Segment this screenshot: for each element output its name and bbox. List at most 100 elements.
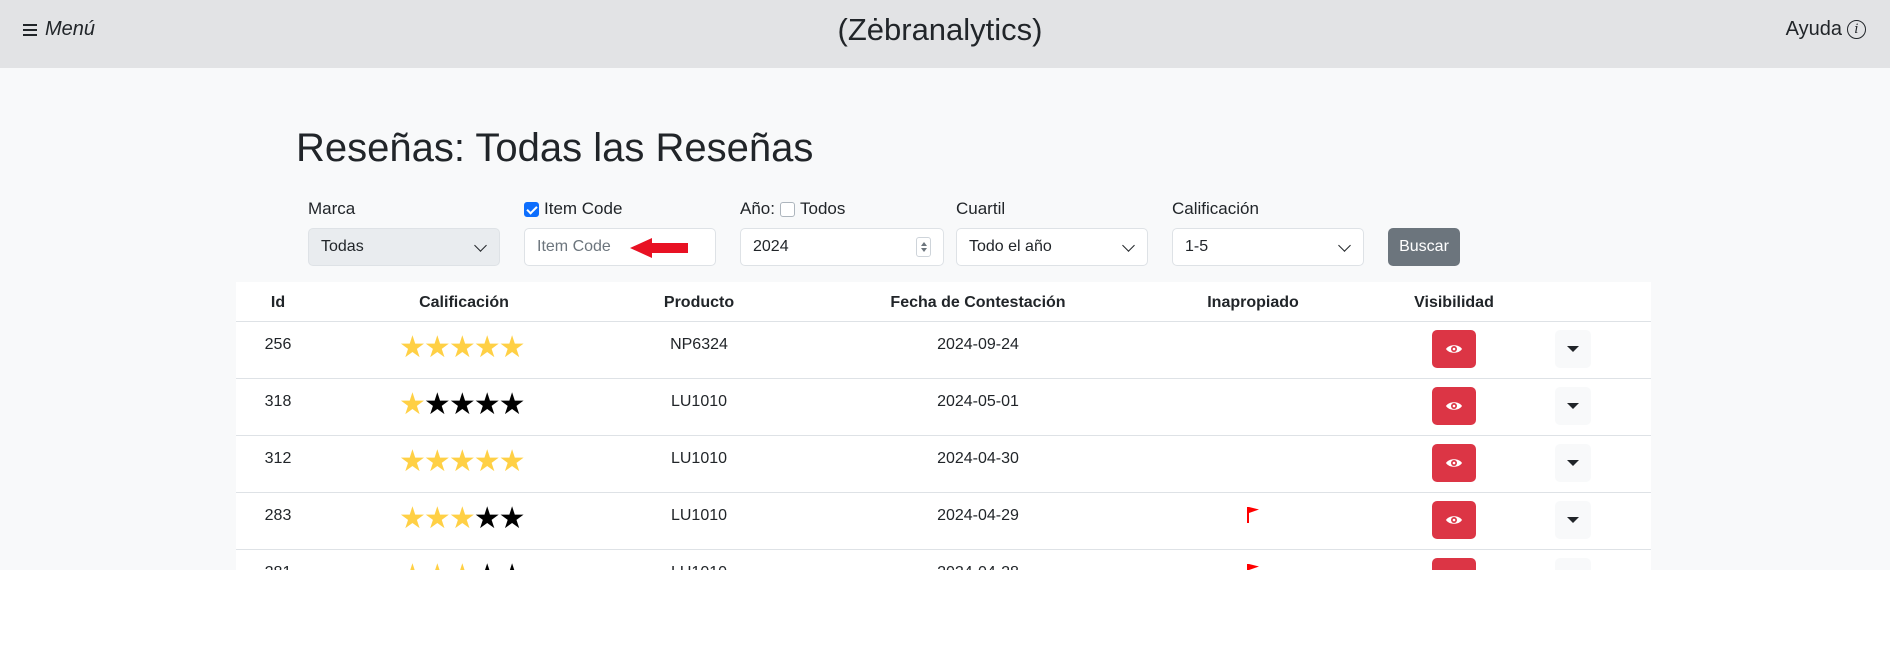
star-icon: ★ — [448, 331, 476, 364]
cell-producto: LU1010 — [670, 507, 728, 524]
column-header-producto: Producto — [663, 294, 735, 311]
caret-down-icon — [1567, 517, 1579, 523]
calificacion-label: Calificación — [1172, 199, 1259, 219]
row-dropdown-button[interactable] — [1555, 330, 1591, 368]
cell-producto: NP6324 — [670, 336, 728, 353]
marca-label-text: Marca — [308, 199, 356, 218]
brand-title: (Zėbranalytics) — [837, 12, 1043, 47]
star-icon: ★ — [399, 445, 426, 478]
item-code-label-text: Item Code — [544, 199, 623, 218]
cell-id: 281 — [254, 564, 302, 570]
todos-checkbox[interactable] — [779, 201, 795, 217]
visibility-toggle-button[interactable] — [1432, 501, 1476, 539]
star-icon: ★ — [423, 502, 451, 535]
table-row: 318 ★ ★ ★ ★ ★ LU1010 2024-05-01 — [236, 379, 1651, 436]
visibility-toggle-button[interactable] — [1432, 387, 1476, 425]
search-button[interactable]: Buscar — [1388, 228, 1460, 266]
star-icon: ★ — [498, 502, 526, 535]
marca-select-value: Todas — [321, 238, 364, 255]
todos-label: Todos — [799, 199, 846, 218]
eye-icon — [1446, 459, 1462, 467]
eye-icon — [1446, 402, 1462, 410]
star-icon: ★ — [424, 561, 451, 571]
table-body: 256 ★ ★ ★ ★ ★ NP6324 2024-09-24 318 ★ ★ ★ ★ ★ LU… — [236, 322, 1651, 570]
cuartil-select[interactable]: Todo el año — [956, 228, 1148, 266]
cell-producto: LU1010 — [639, 564, 759, 570]
calificacion-select[interactable]: 1-5 — [1172, 228, 1364, 266]
star-icon: ★ — [498, 388, 526, 421]
visibility-toggle-button[interactable] — [1432, 444, 1476, 482]
caret-down-icon — [1567, 460, 1579, 466]
number-spinner-icon[interactable] — [916, 237, 931, 257]
column-header-id: Id — [270, 294, 286, 311]
star-icon: ★ — [399, 388, 426, 421]
item-code-checkbox[interactable] — [524, 201, 539, 217]
column-header-calificacion: Calificación — [419, 294, 509, 311]
rating-stars: ★★★★★ — [399, 447, 529, 477]
star-icon: ★ — [423, 445, 451, 478]
row-dropdown-button[interactable] — [1555, 444, 1591, 482]
star-icon: ★ — [499, 561, 526, 571]
column-header-visibilidad: Visibilidad — [1414, 294, 1494, 311]
top-navbar: Menú (Zėbranalytics) Ayuda i — [0, 0, 1890, 68]
marca-select[interactable]: Todas — [308, 228, 500, 266]
column-header-fecha: Fecha de Contestación — [890, 294, 1066, 311]
item-code-label: Item Code — [524, 199, 622, 219]
cuartil-select-value: Todo el año — [969, 238, 1052, 255]
table-row: 256 ★ ★ ★ ★ ★ NP6324 2024-09-24 — [236, 322, 1651, 379]
cell-fecha: 2024-04-28 — [858, 564, 1098, 570]
anio-label: Año: Todos — [740, 199, 845, 219]
cuartil-label: Cuartil — [956, 199, 1005, 219]
rating-stars: ★★★★★ — [399, 561, 529, 571]
anio-label-text: Año: — [740, 199, 775, 218]
help-button[interactable]: Ayuda i — [1786, 18, 1866, 41]
star-icon: ★ — [448, 445, 476, 478]
cell-id: 283 — [264, 507, 292, 524]
visibility-toggle-button[interactable] — [1432, 330, 1476, 368]
star-icon: ★ — [473, 388, 501, 421]
eye-icon — [1446, 345, 1462, 353]
chevron-down-icon — [1122, 239, 1135, 252]
star-icon: ★ — [473, 331, 501, 364]
star-icon: ★ — [498, 445, 526, 478]
rating-stars: ★★★★★ — [399, 390, 529, 420]
caret-down-icon — [1567, 346, 1579, 352]
flag-icon — [1247, 507, 1259, 523]
cell-producto: LU1010 — [670, 393, 728, 410]
red-arrow-annotation-icon — [630, 238, 688, 258]
calificacion-select-value: 1-5 — [1185, 238, 1209, 255]
rating-stars: ★★★★★ — [399, 333, 529, 363]
column-header-inapropiado: Inapropiado — [1207, 294, 1299, 311]
star-icon: ★ — [448, 388, 476, 421]
page-title: Reseñas: Todas las Reseñas — [296, 126, 814, 170]
anio-number-input[interactable]: 2024 — [740, 228, 944, 266]
visibility-toggle-button[interactable] — [1432, 558, 1476, 570]
table-row: 312 ★ ★ ★ ★ ★ LU1010 2024-04-30 — [236, 436, 1651, 493]
star-icon: ★ — [423, 331, 451, 364]
cell-fecha: 2024-09-24 — [937, 336, 1019, 353]
chevron-down-icon — [474, 239, 487, 252]
flag-icon — [1247, 564, 1259, 570]
row-dropdown-button[interactable] — [1555, 501, 1591, 539]
chevron-down-icon — [1338, 239, 1351, 252]
item-code-placeholder: Item Code — [537, 238, 611, 255]
eye-icon — [1446, 516, 1462, 524]
table-row: 283 ★ ★ ★ ★ ★ LU1010 2024-04-29 — [236, 493, 1651, 550]
star-icon: ★ — [473, 502, 501, 535]
cell-producto: LU1010 — [670, 450, 728, 467]
star-icon: ★ — [474, 561, 501, 571]
cuartil-label-text: Cuartil — [956, 199, 1006, 218]
table-row: 281 ★★★★★ LU1010 2024-04-28 — [236, 550, 1651, 570]
table-header: Id Calificación Producto Fecha de Contes… — [236, 282, 1651, 322]
star-icon: ★ — [399, 331, 426, 364]
row-dropdown-button[interactable] — [1555, 387, 1591, 425]
cell-id: 256 — [264, 336, 292, 353]
cell-fecha: 2024-04-30 — [937, 450, 1019, 467]
cell-id: 318 — [264, 393, 292, 410]
marca-label: Marca — [308, 199, 355, 219]
cell-fecha: 2024-04-29 — [937, 507, 1019, 524]
caret-down-icon — [1567, 403, 1579, 409]
anio-value: 2024 — [753, 238, 789, 255]
row-dropdown-button[interactable] — [1555, 558, 1591, 570]
star-icon: ★ — [399, 502, 426, 535]
